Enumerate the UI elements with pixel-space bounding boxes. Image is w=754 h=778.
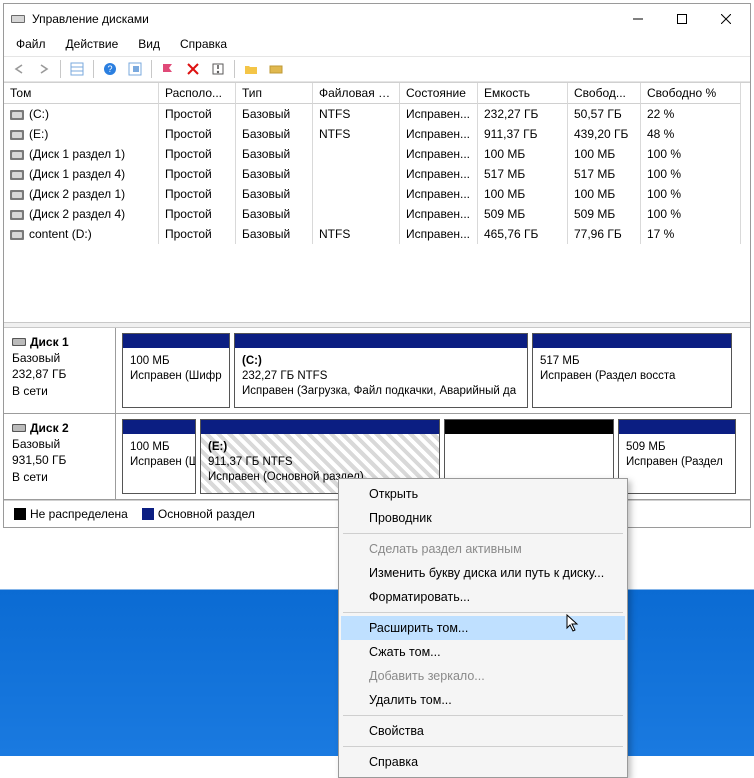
disk-1-label[interactable]: Диск 1 Базовый 232,87 ГБ В сети: [4, 328, 116, 413]
ctx-shrink-volume[interactable]: Сжать том...: [341, 640, 625, 664]
partition[interactable]: 100 МБИсправен (Ш: [122, 419, 196, 494]
table-row[interactable]: (Диск 1 раздел 4)ПростойБазовыйИсправен.…: [4, 164, 750, 184]
toolbar: ?: [4, 56, 750, 82]
col-free[interactable]: Свобод...: [568, 83, 641, 104]
mouse-cursor-icon: [566, 614, 580, 632]
table-row[interactable]: (Диск 1 раздел 1)ПростойБазовыйИсправен.…: [4, 144, 750, 164]
table-row[interactable]: (E:)ПростойБазовыйNTFSИсправен...911,37 …: [4, 124, 750, 144]
close-button[interactable]: [704, 4, 748, 34]
table-row[interactable]: content (D:)ПростойБазовыйNTFSИсправен..…: [4, 224, 750, 244]
titlebar[interactable]: Управление дисками: [4, 4, 750, 34]
disk-1-partitions: 100 МБИсправен (Шифр(C:)232,27 ГБ NTFSИс…: [116, 328, 750, 413]
disk-icon[interactable]: [265, 58, 287, 80]
menu-file[interactable]: Файл: [14, 36, 48, 52]
table-row[interactable]: (Диск 2 раздел 4)ПростойБазовыйИсправен.…: [4, 204, 750, 224]
delete-icon[interactable]: [182, 58, 204, 80]
column-headers: Том Располо... Тип Файловая с... Состоян…: [4, 82, 750, 104]
ctx-help[interactable]: Справка: [341, 750, 625, 774]
ctx-delete-volume[interactable]: Удалить том...: [341, 688, 625, 712]
volume-list-pane: Том Располо... Тип Файловая с... Состоян…: [4, 82, 750, 322]
app-icon: [10, 11, 26, 27]
menu-view[interactable]: Вид: [136, 36, 162, 52]
svg-text:?: ?: [107, 64, 112, 74]
minimize-button[interactable]: [616, 4, 660, 34]
window-title: Управление дисками: [32, 12, 616, 26]
ctx-explorer[interactable]: Проводник: [341, 506, 625, 530]
forward-button[interactable]: [33, 58, 55, 80]
volume-rows: (C:)ПростойБазовыйNTFSИсправен...232,27 …: [4, 104, 750, 322]
col-cap[interactable]: Емкость: [478, 83, 568, 104]
properties-icon[interactable]: [207, 58, 229, 80]
col-layout[interactable]: Располо...: [159, 83, 236, 104]
menubar: Файл Действие Вид Справка: [4, 34, 750, 56]
ctx-make-active: Сделать раздел активным: [341, 537, 625, 561]
table-row[interactable]: (C:)ПростойБазовыйNTFSИсправен...232,27 …: [4, 104, 750, 124]
view-list-icon[interactable]: [66, 58, 88, 80]
col-type[interactable]: Тип: [236, 83, 313, 104]
ctx-open[interactable]: Открыть: [341, 482, 625, 506]
refresh-icon[interactable]: [124, 58, 146, 80]
ctx-extend-volume[interactable]: Расширить том...: [341, 616, 625, 640]
context-menu: Открыть Проводник Сделать раздел активны…: [338, 478, 628, 778]
action-flag-icon[interactable]: [157, 58, 179, 80]
table-row[interactable]: (Диск 2 раздел 1)ПростойБазовыйИсправен.…: [4, 184, 750, 204]
ctx-format[interactable]: Форматировать...: [341, 585, 625, 609]
ctx-change-letter[interactable]: Изменить букву диска или путь к диску...: [341, 561, 625, 585]
col-volume[interactable]: Том: [4, 83, 159, 104]
ctx-add-mirror: Добавить зеркало...: [341, 664, 625, 688]
partition[interactable]: (C:)232,27 ГБ NTFSИсправен (Загрузка, Фа…: [234, 333, 528, 408]
ctx-properties[interactable]: Свойства: [341, 719, 625, 743]
legend-primary: Основной раздел: [142, 507, 255, 521]
partition[interactable]: 509 МБИсправен (Раздел: [618, 419, 736, 494]
menu-action[interactable]: Действие: [64, 36, 121, 52]
disk-1-row: Диск 1 Базовый 232,87 ГБ В сети 100 МБИс…: [4, 328, 750, 414]
col-state[interactable]: Состояние: [400, 83, 478, 104]
disk-icon: [12, 424, 26, 432]
maximize-button[interactable]: [660, 4, 704, 34]
partition[interactable]: 100 МБИсправен (Шифр: [122, 333, 230, 408]
col-pct[interactable]: Свободно %: [641, 83, 741, 104]
disk-2-label[interactable]: Диск 2 Базовый 931,50 ГБ В сети: [4, 414, 116, 499]
col-fs[interactable]: Файловая с...: [313, 83, 400, 104]
disk-graphic-pane: Диск 1 Базовый 232,87 ГБ В сети 100 МБИс…: [4, 328, 750, 500]
menu-help[interactable]: Справка: [178, 36, 229, 52]
help-icon[interactable]: ?: [99, 58, 121, 80]
disk-icon: [12, 338, 26, 346]
back-button[interactable]: [8, 58, 30, 80]
disk-management-window: Управление дисками Файл Действие Вид Спр…: [3, 3, 751, 528]
legend-unallocated: Не распределена: [14, 507, 128, 521]
partition[interactable]: 517 МБИсправен (Раздел восста: [532, 333, 732, 408]
folder-icon[interactable]: [240, 58, 262, 80]
